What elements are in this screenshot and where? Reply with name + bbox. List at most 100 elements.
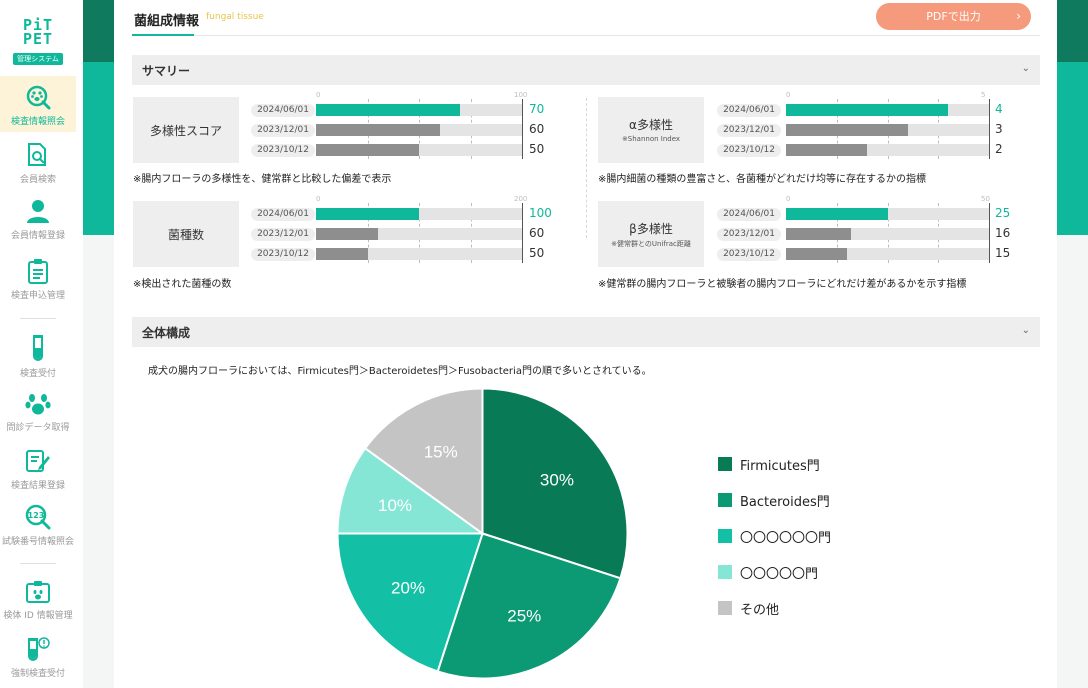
summary-section-header[interactable]: サマリー ⌄ bbox=[132, 55, 1040, 85]
metric-note: ※腸内フローラの多様性を、健常群と比較した偏差で表示 bbox=[133, 174, 392, 185]
metric-box: α多様性 ※Shannon Index bbox=[598, 97, 704, 163]
paw-icon bbox=[25, 394, 51, 415]
bar-track bbox=[316, 144, 522, 156]
bar-track bbox=[316, 124, 522, 136]
chevron-down-icon[interactable]: ⌄ bbox=[1022, 63, 1030, 74]
metric-note: ※検出された菌種の数 bbox=[133, 279, 232, 290]
date-label: 2024/06/01 bbox=[717, 104, 781, 117]
pie-slice-label: 15% bbox=[424, 443, 458, 462]
logo[interactable]: PiT PET 管理システム bbox=[0, 18, 76, 65]
pie-chart: 30% 25% 20% 10% 15% bbox=[336, 387, 629, 680]
metric-title: β多様性 bbox=[629, 222, 673, 236]
legend-swatch bbox=[718, 601, 732, 615]
bar bbox=[316, 208, 419, 220]
pie-slice-label: 10% bbox=[378, 496, 412, 515]
sidebar-item-interview-data[interactable]: 問診データ取得 bbox=[0, 392, 76, 433]
sidebar-divider bbox=[20, 318, 56, 319]
legend-swatch bbox=[718, 493, 732, 507]
bar bbox=[316, 144, 419, 156]
date-label: 2023/10/12 bbox=[717, 144, 781, 157]
sidebar-item-specimen-id[interactable]: 検体 ID 情報管理 bbox=[0, 580, 76, 621]
sidebar-item-label: 強制検査受付 bbox=[10, 669, 65, 679]
scale-max-label: 50 bbox=[981, 195, 990, 203]
page-title[interactable]: 菌組成情報 bbox=[134, 10, 199, 29]
date-label: 2023/12/01 bbox=[251, 124, 315, 137]
right-band bbox=[1057, 0, 1088, 688]
bar bbox=[316, 104, 460, 116]
date-label: 2024/06/01 bbox=[251, 208, 315, 221]
sidebar-item-label: 会員情報登録 bbox=[10, 231, 65, 241]
axis-end-line bbox=[522, 203, 523, 263]
bar-value-label: 50 bbox=[529, 246, 545, 260]
sidebar-item-result-register[interactable]: 検査結果登録 bbox=[0, 448, 76, 491]
clipboard-icon bbox=[28, 259, 48, 284]
date-label: 2023/10/12 bbox=[717, 248, 781, 261]
bar-value-label: 70 bbox=[529, 102, 545, 116]
pdf-export-button[interactable]: PDFで出力 › bbox=[876, 3, 1031, 30]
bar-value-label: 50 bbox=[529, 142, 545, 156]
sidebar-item-member-search[interactable]: 会員検索 bbox=[0, 142, 76, 185]
edit-document-icon bbox=[26, 450, 50, 472]
bar-track bbox=[786, 144, 989, 156]
svg-text:123: 123 bbox=[28, 511, 45, 520]
date-label: 2023/12/01 bbox=[717, 228, 781, 241]
bar-value-label: 60 bbox=[529, 226, 545, 240]
metric-subtitle: ※Shannon Index bbox=[621, 135, 681, 143]
summary-column-divider bbox=[586, 98, 587, 238]
metric-title: 菌種数 bbox=[167, 228, 204, 242]
bar-track bbox=[786, 208, 989, 220]
legend-label: Bacteroides門 bbox=[740, 495, 830, 510]
date-label: 2023/10/12 bbox=[251, 248, 315, 261]
sidebar-item-label: 会員検索 bbox=[19, 175, 56, 185]
axis-end-line bbox=[989, 203, 990, 263]
legend-label: その他 bbox=[740, 603, 780, 618]
bar-track bbox=[316, 228, 522, 240]
active-tab-indicator bbox=[132, 34, 194, 36]
id-card-icon bbox=[26, 581, 50, 603]
header-divider bbox=[132, 35, 1040, 36]
sidebar-item-forced-reception[interactable]: 強制検査受付 bbox=[0, 636, 76, 679]
left-band bbox=[83, 0, 114, 688]
sidebar-item-test-number[interactable]: 123 試験番号情報照会 bbox=[0, 504, 76, 547]
legend-label: Firmicutes門 bbox=[740, 459, 820, 474]
sidebar-item-label: 検体 ID 情報管理 bbox=[3, 611, 73, 621]
scale-min-label: 0 bbox=[316, 91, 321, 99]
sidebar-item-application-manage[interactable]: 検査申込管理 bbox=[0, 258, 76, 301]
bar-value-label: 15 bbox=[995, 246, 1011, 260]
legend-label: 〇〇〇〇〇門 bbox=[740, 567, 819, 582]
sidebar-item-inspection-inquiry[interactable]: 検査情報照会 bbox=[0, 76, 76, 132]
pie-slice-label: 20% bbox=[391, 579, 425, 598]
bar bbox=[316, 228, 378, 240]
metric-note: ※健常群の腸内フローラと被験者の腸内フローラにどれだけ差があるかを示す指標 bbox=[598, 279, 967, 290]
bar-value-label: 2 bbox=[995, 142, 1003, 156]
sidebar-item-label: 検査結果登録 bbox=[10, 481, 65, 491]
bar bbox=[316, 248, 368, 260]
metric-box: β多様性 ※健常群とのUnifrac距離 bbox=[598, 201, 704, 267]
legend-label: 〇〇〇〇〇〇門 bbox=[740, 531, 832, 546]
sidebar-item-member-register[interactable]: 会員情報登録 bbox=[0, 198, 76, 241]
bar-track bbox=[786, 248, 989, 260]
chevron-right-icon: › bbox=[1016, 9, 1021, 23]
scale-max-label: 100 bbox=[514, 91, 528, 99]
composition-description: 成犬の腸内フローラにおいては、Firmicutes門＞Bacteroidetes… bbox=[148, 366, 652, 377]
metric-title: 多様性スコア bbox=[149, 124, 222, 138]
bar-value-label: 25 bbox=[995, 206, 1011, 220]
bar-track bbox=[316, 208, 522, 220]
pie-slice-label: 25% bbox=[507, 606, 541, 625]
composition-section-header[interactable]: 全体構成 ⌄ bbox=[132, 317, 1040, 347]
sidebar-item-label: 検査情報照会 bbox=[10, 117, 65, 127]
scale-min-label: 0 bbox=[786, 195, 791, 203]
bar-value-label: 60 bbox=[529, 122, 545, 136]
sidebar-item-reception[interactable]: 検査受付 bbox=[0, 334, 76, 379]
metric-note: ※腸内細菌の種類の豊富さと、各菌種がどれだけ均等に存在するかの指標 bbox=[598, 174, 926, 185]
chevron-down-icon[interactable]: ⌄ bbox=[1022, 325, 1030, 336]
metric-subtitle: ※健常群とのUnifrac距離 bbox=[611, 240, 691, 248]
sidebar-item-label: 問診データ取得 bbox=[6, 423, 70, 433]
test-tube-icon bbox=[33, 335, 43, 361]
bar-value-label: 16 bbox=[995, 226, 1011, 240]
legend-swatch bbox=[718, 529, 732, 543]
page-subtitle: fungal tissue bbox=[206, 12, 264, 22]
date-label: 2024/06/01 bbox=[717, 208, 781, 221]
pie-slice-label: 30% bbox=[540, 470, 574, 489]
sidebar-divider bbox=[20, 563, 56, 564]
